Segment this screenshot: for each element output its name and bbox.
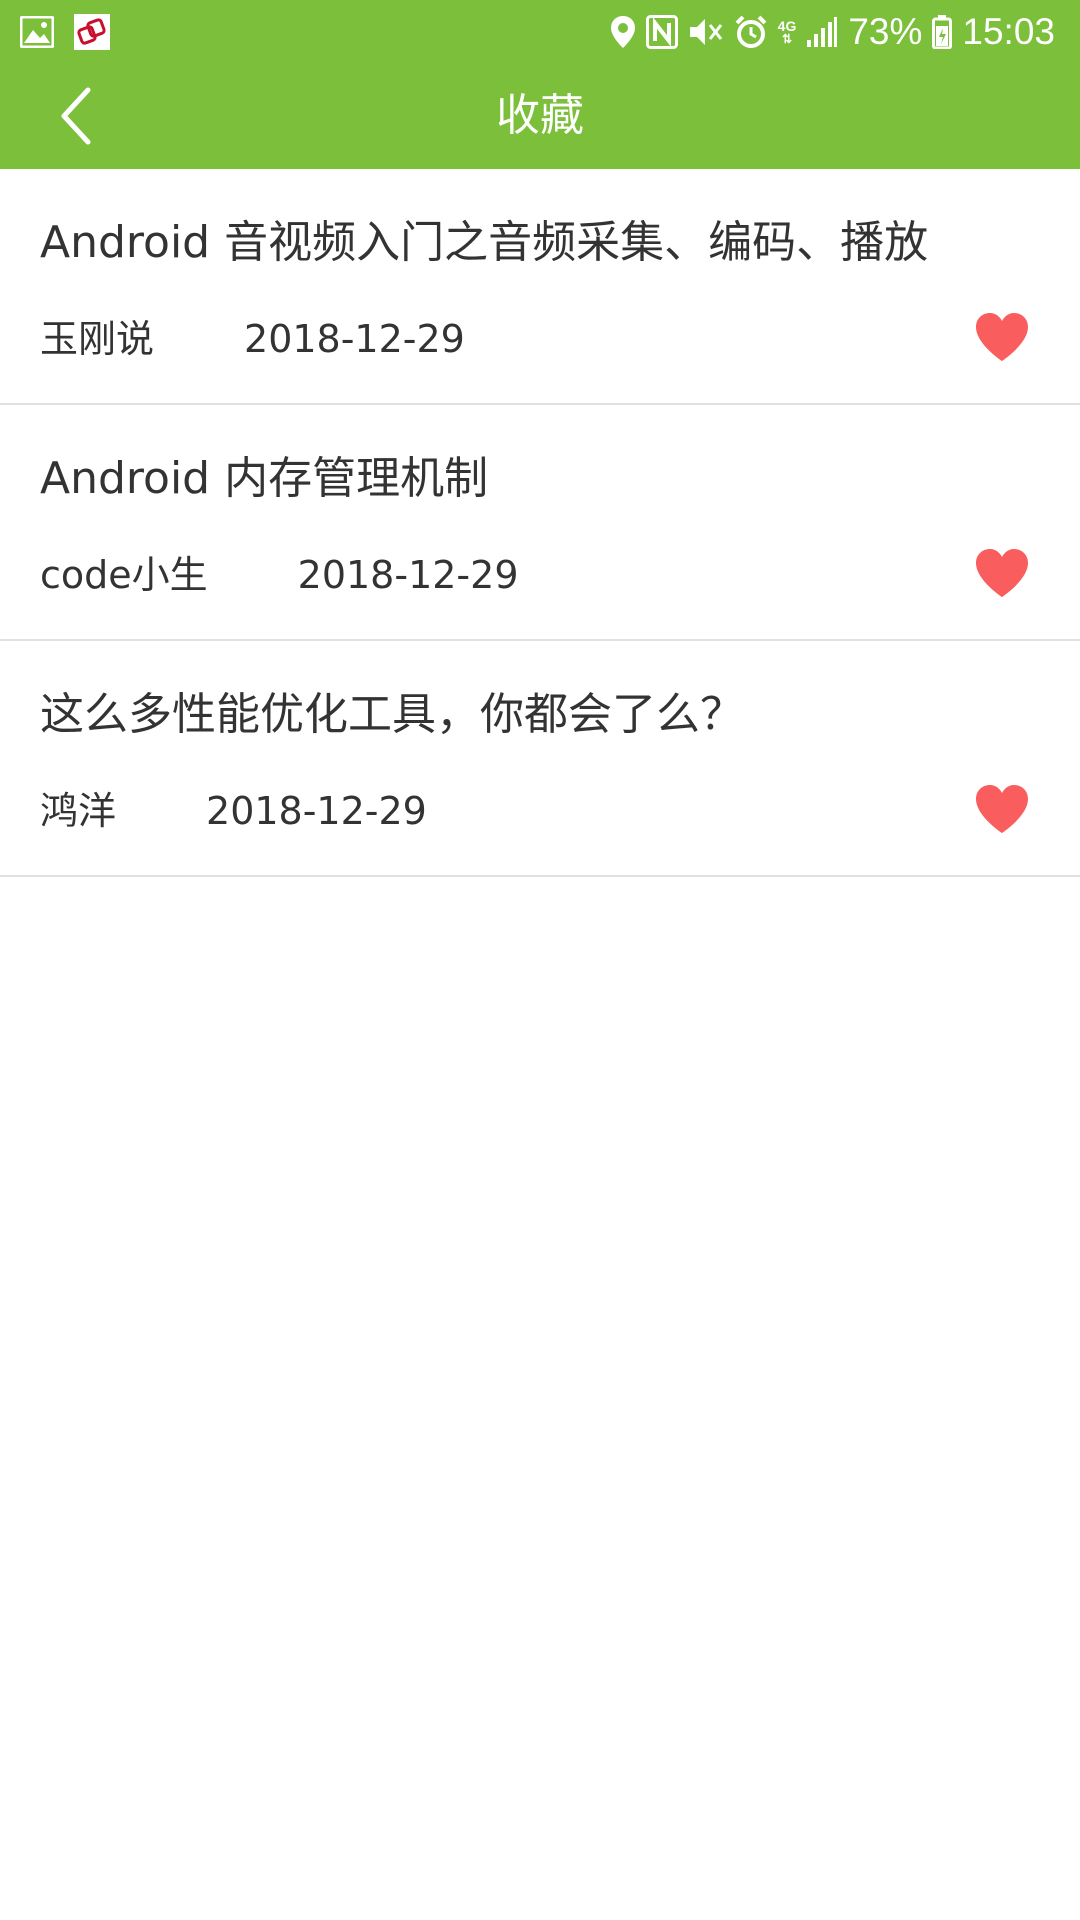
battery-icon <box>932 14 953 49</box>
clock: 15:03 <box>962 11 1055 52</box>
favorite-item[interactable]: 这么多性能优化工具，你都会了么？ 鸿洋 2018-12-29 <box>0 641 1080 877</box>
article-author: 玉刚说 <box>40 317 155 361</box>
heart-icon[interactable] <box>974 547 1030 599</box>
chevron-left-icon <box>61 87 91 145</box>
system-status: 4G ⇅ 73% 15:03 <box>600 0 1055 63</box>
title-bar: 收藏 <box>0 63 1080 169</box>
heart-icon[interactable] <box>974 783 1030 835</box>
alarm-icon <box>735 15 767 48</box>
signal-icon <box>807 16 838 47</box>
favorites-list: Android 音视频入门之音频采集、编码、播放 玉刚说 2018-12-29 … <box>0 169 1080 877</box>
article-author: code小生 <box>40 553 208 597</box>
favorite-item[interactable]: Android 音视频入门之音频采集、编码、播放 玉刚说 2018-12-29 <box>0 169 1080 405</box>
article-date: 2018-12-29 <box>206 789 427 833</box>
favorites-screen: 4G ⇅ 73% 15:03 收藏 Android 音视频入门之音频采集、编码、… <box>0 0 1080 1920</box>
article-meta: 鸿洋 2018-12-29 <box>40 787 427 835</box>
network-type: 4G <box>777 17 797 34</box>
network-indicator: 4G ⇅ <box>777 17 797 46</box>
notification-icons <box>20 14 130 50</box>
article-meta: 玉刚说 2018-12-29 <box>40 315 465 363</box>
article-title: 这么多性能优化工具，你都会了么？ <box>40 689 744 740</box>
article-date: 2018-12-29 <box>244 317 465 361</box>
article-title: Android 音视频入门之音频采集、编码、播放 <box>40 217 929 268</box>
back-button[interactable] <box>46 83 106 149</box>
gallery-icon <box>20 16 54 48</box>
article-date: 2018-12-29 <box>297 553 519 597</box>
nfc-icon <box>645 14 678 49</box>
page-title: 收藏 <box>496 90 584 141</box>
favorite-item[interactable]: Android 内存管理机制 code小生 2018-12-29 <box>0 405 1080 641</box>
status-bar: 4G ⇅ 73% 15:03 <box>0 0 1080 63</box>
article-title: Android 内存管理机制 <box>40 453 489 504</box>
link-app-icon <box>74 14 110 50</box>
heart-icon[interactable] <box>974 311 1030 363</box>
article-author: 鸿洋 <box>40 789 117 833</box>
mute-icon <box>689 18 722 45</box>
battery-percent: 73% <box>848 11 923 52</box>
article-meta: code小生 2018-12-29 <box>40 551 519 599</box>
location-icon <box>610 15 635 48</box>
